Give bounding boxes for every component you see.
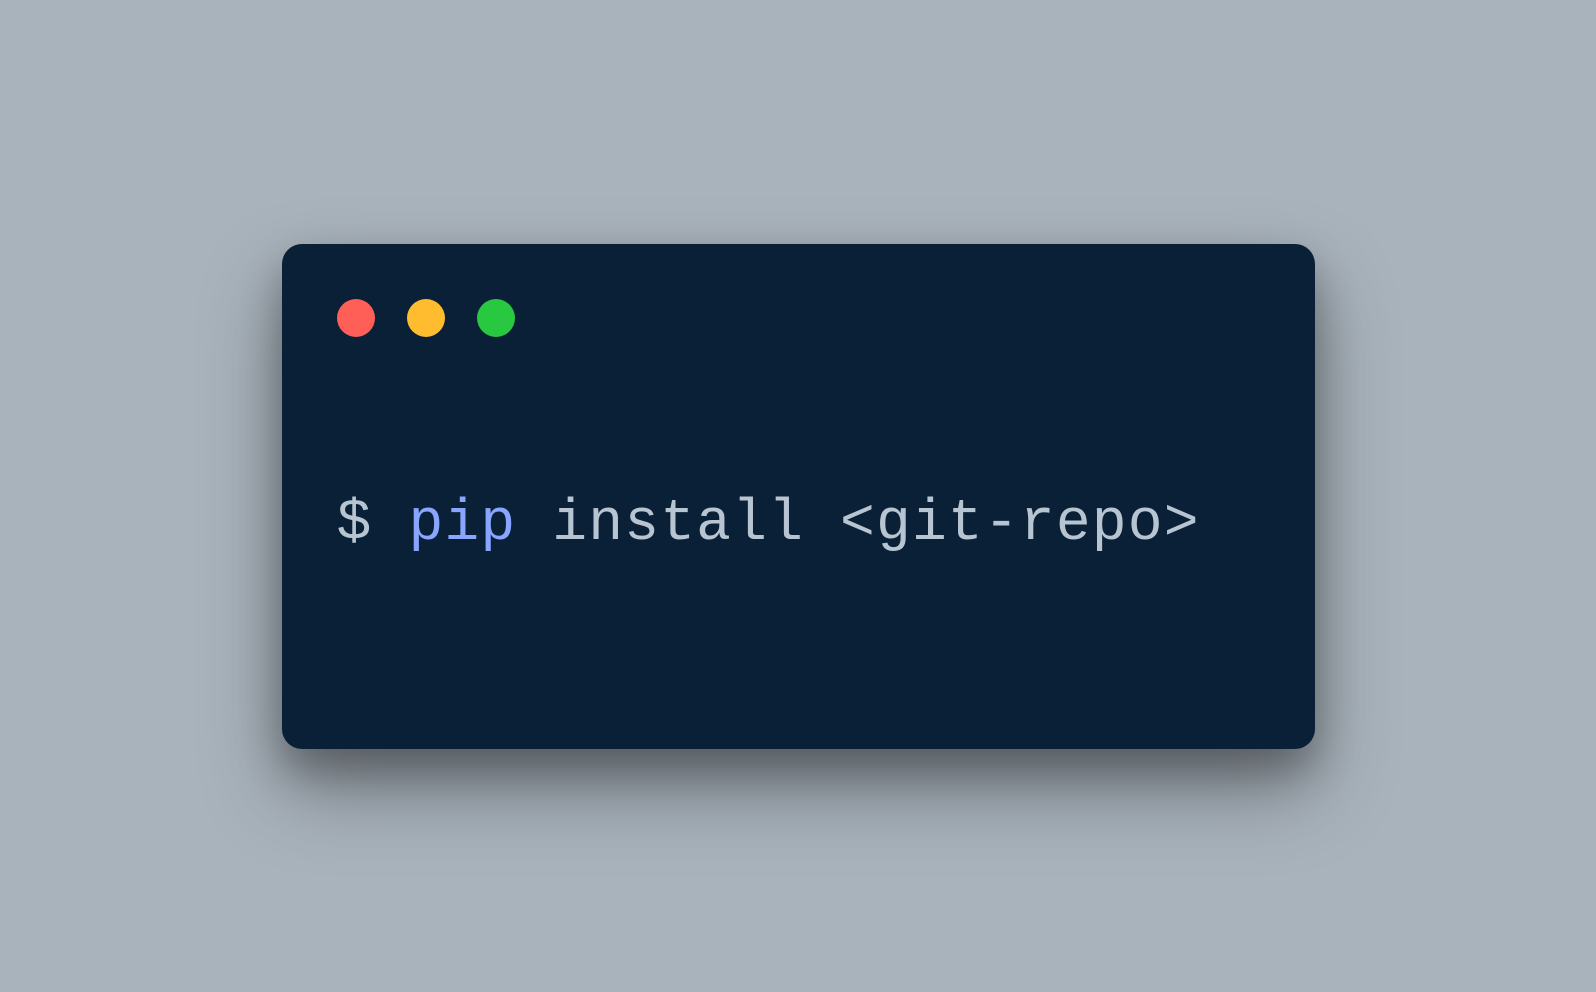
close-icon[interactable] bbox=[337, 299, 375, 337]
terminal-content[interactable]: $ pip install <git-repo> bbox=[337, 492, 1260, 557]
terminal-prompt: $ bbox=[337, 492, 409, 557]
minimize-icon[interactable] bbox=[407, 299, 445, 337]
maximize-icon[interactable] bbox=[477, 299, 515, 337]
terminal-window: $ pip install <git-repo> bbox=[282, 244, 1315, 749]
terminal-args: install <git-repo> bbox=[516, 492, 1199, 557]
window-controls bbox=[337, 299, 1260, 337]
terminal-command: pip bbox=[408, 492, 516, 557]
